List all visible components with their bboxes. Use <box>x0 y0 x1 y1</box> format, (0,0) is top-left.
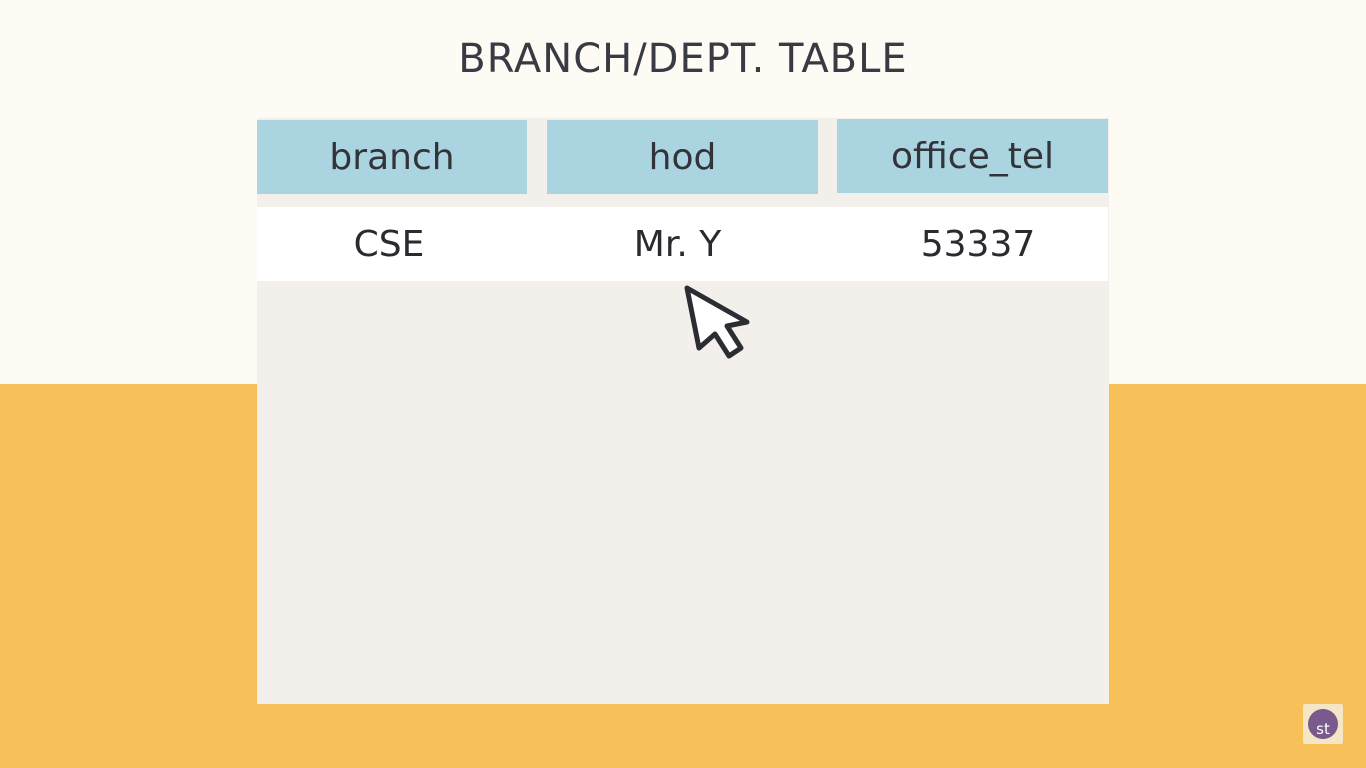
logo-text: st <box>1316 720 1330 738</box>
column-header-hod: hod <box>547 120 818 194</box>
table-panel: branch hod office_tel CSE Mr. Y 53337 <box>257 118 1109 704</box>
page-title: BRANCH/DEPT. TABLE <box>458 36 908 82</box>
logo-badge: st <box>1308 709 1338 739</box>
cell-office-tel: 53337 <box>920 223 1036 265</box>
cell-branch: CSE <box>353 223 425 265</box>
channel-logo: st <box>1303 704 1343 744</box>
table-row: CSE Mr. Y 53337 <box>257 207 1108 281</box>
column-header-branch: branch <box>257 120 527 194</box>
column-header-office-tel: office_tel <box>837 119 1108 193</box>
cell-hod: Mr. Y <box>633 223 722 265</box>
mouse-pointer-icon <box>684 285 750 359</box>
